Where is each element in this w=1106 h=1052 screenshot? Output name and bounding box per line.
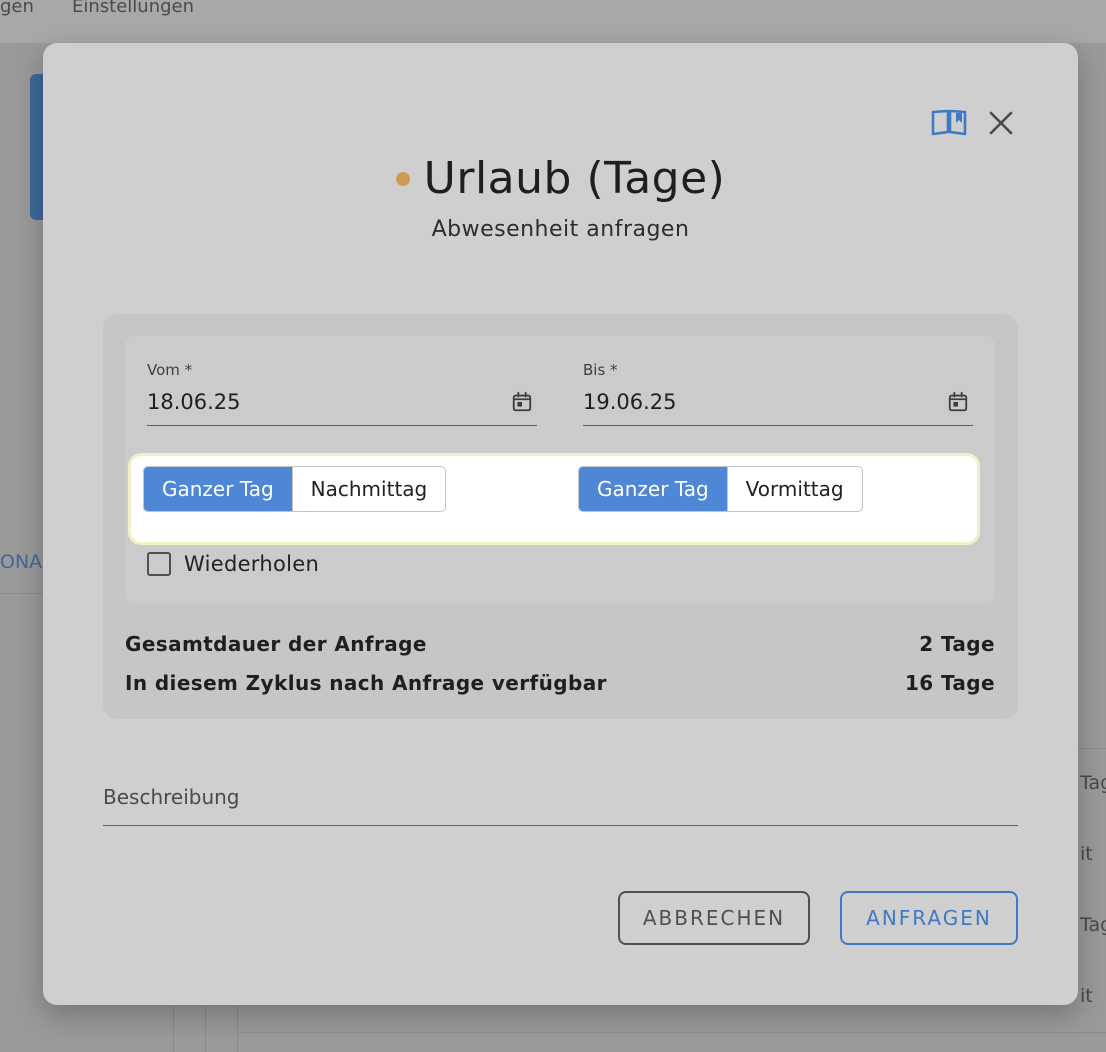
to-full-day-button[interactable]: Ganzer Tag — [579, 467, 728, 511]
background-row-text: Tag — [1080, 914, 1106, 936]
calendar-icon[interactable] — [511, 391, 533, 413]
background-row-text: Tag — [1080, 772, 1106, 794]
to-morning-button[interactable]: Vormittag — [728, 467, 862, 511]
close-button[interactable] — [981, 103, 1021, 143]
guide-button[interactable] — [927, 105, 971, 139]
request-details-card: Vom * 18.06.25 Bis * 19.06.25 Ganzer Tag… — [103, 314, 1018, 719]
repeat-option[interactable]: Wiederholen — [147, 552, 319, 576]
to-date-field[interactable]: Bis * 19.06.25 — [583, 358, 973, 426]
from-date-value[interactable]: 18.06.25 — [147, 390, 241, 414]
total-duration-label: Gesamtdauer der Anfrage — [125, 632, 427, 656]
date-range-card: Vom * 18.06.25 Bis * 19.06.25 Ganzer Tag… — [125, 336, 995, 604]
description-placeholder: Beschreibung — [103, 785, 240, 809]
to-day-part-toggle: Ganzer Tag Vormittag — [578, 466, 863, 512]
background-row-text: it — [1080, 843, 1093, 865]
absence-type-dot — [395, 171, 410, 186]
cancel-button[interactable]: ABBRECHEN — [618, 891, 810, 945]
background-divider — [0, 593, 44, 594]
from-day-part-toggle: Ganzer Tag Nachmittag — [143, 466, 447, 512]
day-part-selector-area: Ganzer Tag Nachmittag Ganzer Tag Vormitt… — [131, 456, 977, 542]
calendar-icon[interactable] — [947, 391, 969, 413]
background-divider — [237, 1032, 1106, 1033]
from-afternoon-button[interactable]: Nachmittag — [293, 467, 446, 511]
submit-request-button[interactable]: ANFRAGEN — [840, 891, 1018, 945]
dialog-title: Urlaub (Tage) — [423, 153, 726, 204]
nav-item-partial: gen — [0, 0, 34, 17]
close-icon — [989, 111, 1013, 135]
from-date-label: Vom * — [147, 361, 193, 379]
available-days-label: In diesem Zyklus nach Anfrage verfügbar — [125, 671, 607, 695]
summary-row: In diesem Zyklus nach Anfrage verfügbar … — [125, 671, 995, 695]
absence-request-dialog: Urlaub (Tage) Abwesenheit anfragen Vom *… — [43, 43, 1078, 1005]
to-date-value[interactable]: 19.06.25 — [583, 390, 677, 414]
repeat-checkbox[interactable] — [147, 552, 171, 576]
background-divider — [205, 1005, 206, 1052]
dialog-subtitle: Abwesenheit anfragen — [431, 217, 690, 242]
total-duration-value: 2 Tage — [919, 632, 995, 656]
to-date-label: Bis * — [583, 361, 618, 379]
background-row-text: it — [1080, 985, 1093, 1007]
from-full-day-button[interactable]: Ganzer Tag — [144, 467, 293, 511]
nav-item-settings: Einstellungen — [72, 0, 195, 17]
background-blue-card — [30, 74, 44, 220]
background-tab-label: ONA — [0, 551, 43, 573]
description-field[interactable]: Beschreibung — [103, 778, 1018, 826]
background-divider — [237, 1005, 238, 1052]
available-days-value: 16 Tage — [904, 671, 995, 695]
background-divider — [173, 1005, 174, 1052]
repeat-label: Wiederholen — [184, 552, 320, 576]
dialog-header: Urlaub (Tage) — [43, 153, 1078, 204]
book-open-icon — [931, 109, 967, 136]
summary-row: Gesamtdauer der Anfrage 2 Tage — [125, 632, 995, 656]
background-divider — [1078, 748, 1106, 749]
from-date-field[interactable]: Vom * 18.06.25 — [147, 358, 537, 426]
